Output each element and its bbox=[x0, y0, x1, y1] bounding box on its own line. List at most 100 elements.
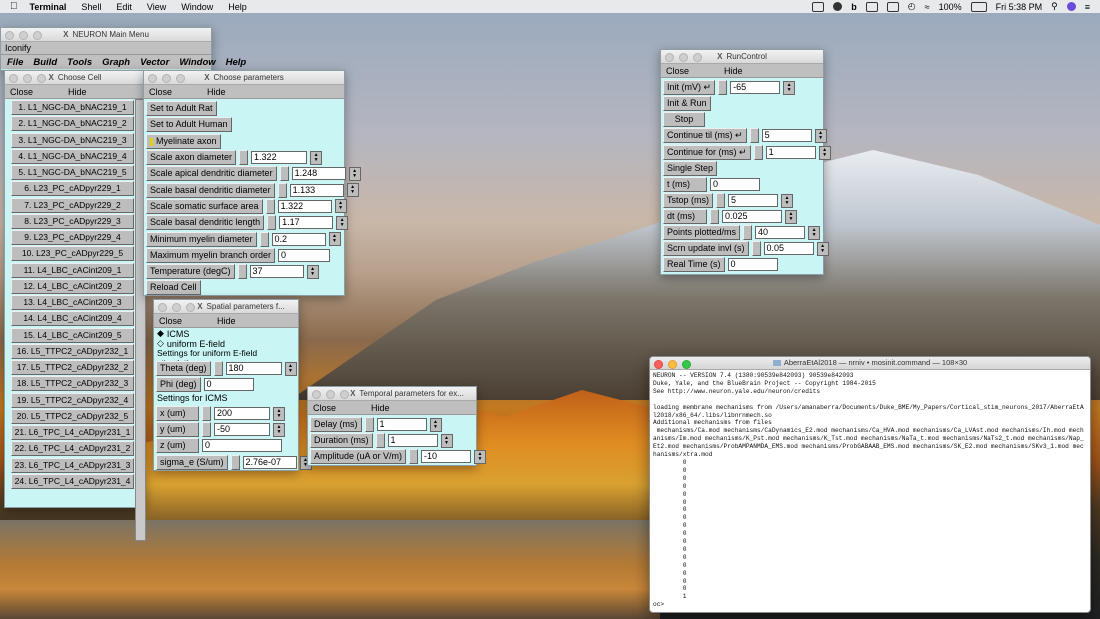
menu-window[interactable]: Window bbox=[181, 2, 213, 12]
continue-for-spin[interactable] bbox=[753, 145, 763, 160]
parameter-input[interactable]: 1.322 bbox=[277, 199, 332, 213]
close-icon[interactable] bbox=[158, 303, 167, 312]
cell-button[interactable]: 24. L6_TPC_L4_cADpyr231_4 bbox=[11, 473, 134, 489]
parameter-label-button[interactable]: Scale apical dendritic diameter bbox=[146, 166, 277, 182]
continue-for-input[interactable]: 1 bbox=[765, 146, 816, 159]
y-arrows-icon[interactable]: ▲ ▼ bbox=[273, 422, 285, 437]
parameter-input[interactable]: 0.2 bbox=[271, 232, 326, 246]
myelinate-axon-checkbox[interactable]: Myelinate axon bbox=[146, 134, 221, 149]
real-time-input[interactable]: 0 bbox=[727, 258, 778, 271]
parameter-input[interactable]: 1.17 bbox=[279, 216, 334, 230]
chat-icon[interactable] bbox=[812, 1, 825, 12]
dt-spin[interactable] bbox=[710, 209, 719, 224]
parameter-label-button[interactable]: Scale basal dendritic diameter bbox=[146, 182, 275, 198]
continue-til-input[interactable]: 5 bbox=[761, 129, 812, 142]
duration-spin[interactable] bbox=[375, 433, 385, 448]
battery-percent[interactable]: 100% bbox=[939, 2, 962, 12]
runcontrol-titlebar[interactable]: X RunControl bbox=[661, 50, 823, 64]
points-plotted-arrows-icon[interactable]: ▲ ▼ bbox=[808, 225, 821, 240]
dt-button[interactable]: dt (ms) bbox=[663, 209, 707, 224]
cell-button[interactable]: 1. L1_NGC-DA_bNAC219_1 bbox=[11, 100, 134, 115]
set-adult-human-button[interactable]: Set to Adult Human bbox=[146, 117, 232, 132]
scrn-update-spin[interactable] bbox=[751, 241, 761, 256]
init-button[interactable]: Init (mV) ↵ bbox=[663, 80, 716, 95]
notification-center-icon[interactable]: ≡ bbox=[1085, 2, 1090, 12]
hide-button[interactable]: Hide bbox=[212, 316, 236, 326]
points-plotted-input[interactable]: 40 bbox=[755, 226, 806, 239]
t-input[interactable]: 0 bbox=[710, 178, 760, 191]
cell-button[interactable]: 8. L23_PC_cADpyr229_3 bbox=[11, 213, 134, 229]
spatial-parameters-titlebar[interactable]: X Spatial parameters f... bbox=[154, 300, 298, 314]
menu-edit[interactable]: Edit bbox=[116, 2, 132, 12]
cell-button[interactable]: 23. L6_TPC_L4_cADpyr231_3 bbox=[11, 457, 134, 473]
tstop-arrows-icon[interactable]: ▲ ▼ bbox=[781, 193, 794, 208]
spotlight-icon[interactable]: ⚲ bbox=[1051, 1, 1058, 12]
parameter-spin[interactable] bbox=[259, 231, 269, 247]
parameter-label-button[interactable]: Scale somatic surface area bbox=[146, 198, 263, 214]
z-button[interactable]: z (um) bbox=[156, 438, 199, 453]
menu-tools[interactable]: Tools bbox=[67, 57, 92, 68]
zoom-icon[interactable] bbox=[186, 303, 195, 312]
continue-for-button[interactable]: Continue for (ms) ↵ bbox=[663, 145, 751, 160]
theta-button[interactable]: Theta (deg) bbox=[156, 361, 211, 376]
menu-file[interactable]: File bbox=[7, 57, 23, 68]
single-step-button[interactable]: Single Step bbox=[663, 161, 718, 176]
menu-build[interactable]: Build bbox=[33, 57, 57, 68]
z-input[interactable]: 0 bbox=[202, 439, 282, 452]
parameter-spin[interactable] bbox=[237, 264, 247, 280]
main-menu-titlebar[interactable]: X NEURON Main Menu bbox=[1, 28, 211, 42]
cell-button[interactable]: 16. L5_TTPC2_cADpyr232_1 bbox=[11, 343, 134, 359]
monitor-icon[interactable] bbox=[886, 1, 899, 12]
cell-button[interactable]: 10. L23_PC_cADpyr229_5 bbox=[11, 246, 134, 262]
x-arrows-icon[interactable]: ▲ ▼ bbox=[273, 406, 285, 421]
delay-arrows-icon[interactable]: ▲ ▼ bbox=[429, 417, 442, 432]
cell-button[interactable]: 9. L23_PC_cADpyr229_4 bbox=[11, 230, 134, 245]
cell-button[interactable]: 2. L1_NGC-DA_bNAC219_2 bbox=[11, 116, 134, 132]
phi-button[interactable]: Phi (deg) bbox=[156, 377, 201, 392]
parameter-spin[interactable] bbox=[277, 182, 287, 198]
stop-button[interactable]: Stop bbox=[663, 112, 705, 127]
cell-button[interactable]: 15. L4_LBC_cACint209_5 bbox=[11, 327, 134, 343]
close-icon[interactable] bbox=[654, 360, 663, 369]
reload-cell-button[interactable]: Reload Cell bbox=[146, 280, 201, 295]
parameter-input[interactable]: 1.133 bbox=[289, 183, 344, 197]
cell-button[interactable]: 4. L1_NGC-DA_bNAC219_4 bbox=[11, 148, 134, 164]
wifi-icon[interactable]: ≈ bbox=[925, 2, 930, 12]
parameter-arrows-icon[interactable]: ▲ ▼ bbox=[334, 199, 347, 214]
cell-button[interactable]: 7. L23_PC_cADpyr229_2 bbox=[11, 197, 134, 213]
parameter-spin[interactable] bbox=[239, 150, 249, 165]
cell-button[interactable]: 22. L6_TPC_L4_cADpyr231_2 bbox=[11, 441, 134, 457]
minimize-icon[interactable] bbox=[679, 53, 688, 62]
hide-button[interactable]: Hide bbox=[202, 87, 226, 97]
close-icon[interactable] bbox=[148, 74, 157, 83]
dt-arrows-icon[interactable]: ▲ ▼ bbox=[785, 209, 797, 224]
points-plotted-spin[interactable] bbox=[743, 225, 753, 240]
tstop-spin[interactable] bbox=[716, 193, 726, 208]
zoom-icon[interactable] bbox=[340, 390, 349, 399]
choose-cell-titlebar[interactable]: X Choose Cell bbox=[5, 71, 145, 85]
x-spin[interactable] bbox=[202, 406, 211, 421]
zoom-icon[interactable] bbox=[176, 74, 185, 83]
parameter-label-button[interactable]: Maximum myelin branch order bbox=[146, 247, 276, 263]
parameter-label-button[interactable]: Scale basal dendritic length bbox=[146, 215, 265, 231]
cell-button[interactable]: 6. L23_PC_cADpyr229_1 bbox=[11, 181, 134, 197]
parameter-input[interactable]: 1.322 bbox=[251, 151, 308, 164]
delay-button[interactable]: Delay (ms) bbox=[310, 417, 362, 432]
temporal-parameters-titlebar[interactable]: X Temporal parameters for ex... bbox=[308, 387, 476, 401]
theta-input[interactable]: 180 bbox=[225, 362, 282, 375]
cell-button[interactable]: 3. L1_NGC-DA_bNAC219_3 bbox=[11, 132, 134, 148]
clock[interactable]: Fri 5:38 PM bbox=[996, 2, 1043, 12]
close-button[interactable]: Close bbox=[308, 403, 336, 413]
minimize-icon[interactable] bbox=[172, 303, 181, 312]
hide-button[interactable]: Hide bbox=[719, 66, 743, 76]
close-icon[interactable] bbox=[665, 53, 674, 62]
duration-input[interactable]: 1 bbox=[387, 434, 438, 447]
cell-button[interactable]: 13. L4_LBC_cACint209_3 bbox=[11, 295, 134, 310]
init-spin[interactable] bbox=[718, 80, 728, 95]
terminal-scrollbar[interactable] bbox=[1085, 371, 1089, 608]
hide-button[interactable]: Hide bbox=[366, 403, 390, 413]
parameter-arrows-icon[interactable]: ▲ ▼ bbox=[348, 166, 361, 181]
cell-button[interactable]: 21. L6_TPC_L4_cADpyr231_1 bbox=[11, 425, 134, 440]
zoom-icon[interactable] bbox=[693, 53, 702, 62]
menu-view[interactable]: View bbox=[147, 2, 166, 12]
